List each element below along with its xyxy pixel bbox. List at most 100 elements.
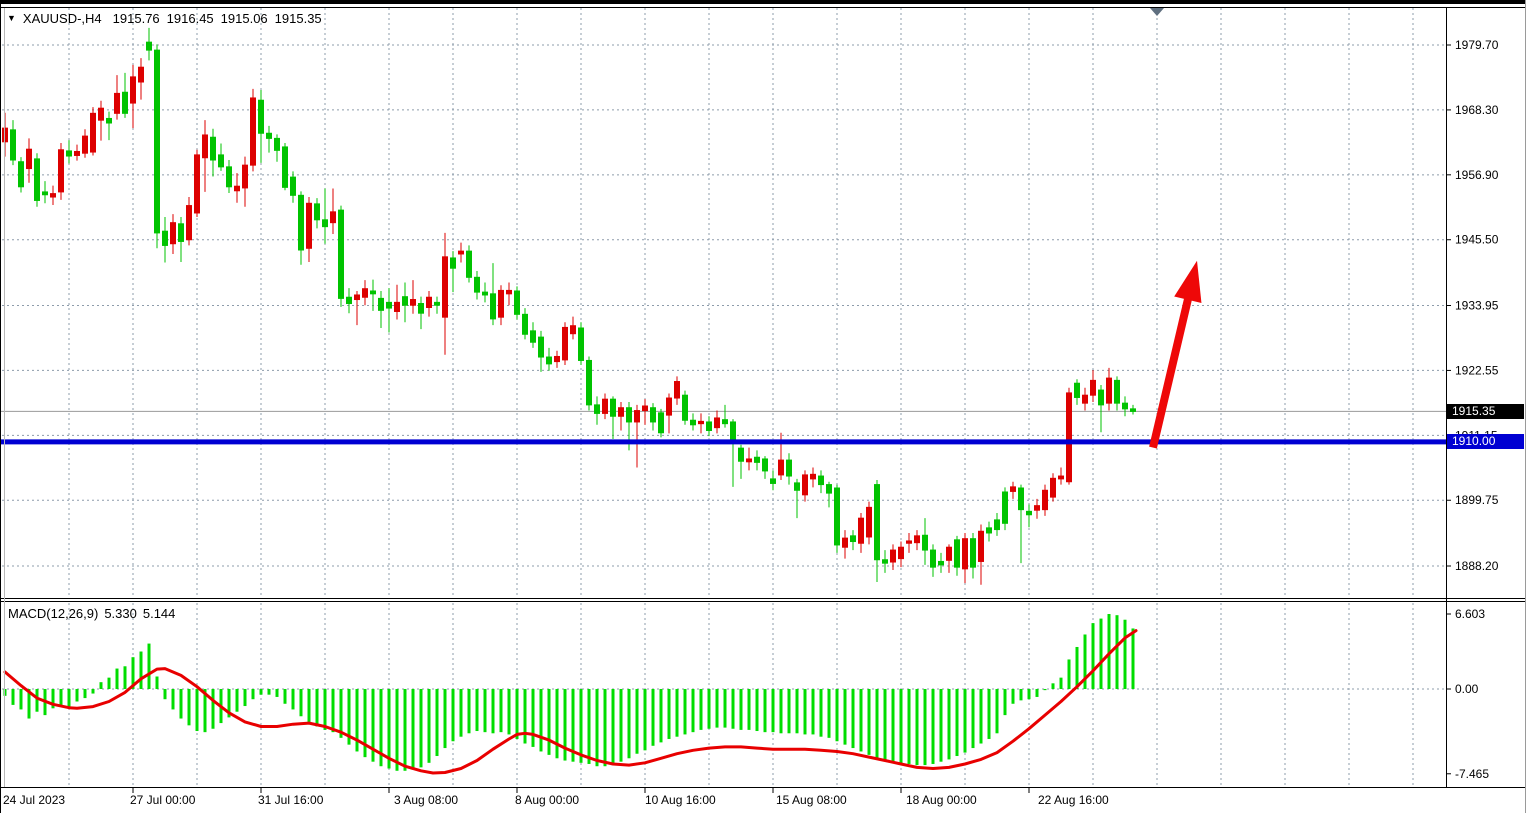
candle-body[interactable] <box>107 118 112 123</box>
candle-body[interactable] <box>155 50 160 233</box>
candle-body[interactable] <box>371 291 376 294</box>
candle-body[interactable] <box>1075 383 1080 397</box>
price-axis-label[interactable]: 1933.95 <box>1455 299 1499 313</box>
candle-body[interactable] <box>187 206 192 240</box>
candle-body[interactable] <box>139 67 144 82</box>
candle-body[interactable] <box>483 292 488 295</box>
candle-body[interactable] <box>99 108 104 120</box>
candle-body[interactable] <box>539 337 544 357</box>
time-axis-label[interactable]: 8 Aug 00:00 <box>515 793 579 807</box>
candle-body[interactable] <box>299 195 304 250</box>
candle-body[interactable] <box>651 408 656 422</box>
candle-body[interactable] <box>211 137 216 160</box>
candle-body[interactable] <box>275 138 280 150</box>
candle-body[interactable] <box>867 507 872 537</box>
chart-canvas[interactable]: 1979.701968.301956.901945.501933.951922.… <box>0 0 1526 813</box>
price-axis-label[interactable]: 1899.75 <box>1455 493 1499 507</box>
candle-body[interactable] <box>395 302 400 311</box>
candle-body[interactable] <box>59 150 64 192</box>
candle-body[interactable] <box>779 460 784 475</box>
candle-body[interactable] <box>291 177 296 195</box>
candle-body[interactable] <box>683 395 688 420</box>
candle-body[interactable] <box>675 382 680 399</box>
candle-body[interactable] <box>883 560 888 563</box>
macd-axis-label[interactable]: 0.00 <box>1455 682 1479 696</box>
candle-body[interactable] <box>451 258 456 268</box>
candle-body[interactable] <box>1099 390 1104 405</box>
candle-body[interactable] <box>875 485 880 560</box>
candle-body[interactable] <box>379 298 384 310</box>
candle-body[interactable] <box>587 360 592 404</box>
candle-body[interactable] <box>843 538 848 547</box>
candle-body[interactable] <box>227 167 232 187</box>
candle-body[interactable] <box>907 541 912 543</box>
candle-body[interactable] <box>923 535 928 550</box>
candle-body[interactable] <box>947 547 952 560</box>
candle-body[interactable] <box>1043 490 1048 509</box>
candle-body[interactable] <box>803 475 808 495</box>
candle-body[interactable] <box>963 539 968 569</box>
candle-body[interactable] <box>771 479 776 484</box>
candle-body[interactable] <box>339 210 344 298</box>
candle-body[interactable] <box>579 328 584 360</box>
candle-body[interactable] <box>627 408 632 422</box>
candle-body[interactable] <box>179 224 184 242</box>
price-axis-label[interactable]: 1979.70 <box>1455 38 1499 52</box>
candle-body[interactable] <box>739 448 744 461</box>
candle-body[interactable] <box>707 422 712 431</box>
candle-body[interactable] <box>523 314 528 334</box>
candle-body[interactable] <box>1067 393 1072 482</box>
candle-body[interactable] <box>611 399 616 416</box>
candle-body[interactable] <box>491 294 496 319</box>
candle-body[interactable] <box>459 251 464 254</box>
candle-body[interactable] <box>1059 476 1064 479</box>
candle-body[interactable] <box>203 135 208 158</box>
time-axis-label[interactable]: 22 Aug 16:00 <box>1038 793 1109 807</box>
candle-body[interactable] <box>83 136 88 153</box>
candle-body[interactable] <box>995 520 1000 530</box>
candle-body[interactable] <box>1091 380 1096 395</box>
candle-body[interactable] <box>147 42 152 50</box>
price-axis-label[interactable]: 1968.30 <box>1455 103 1499 117</box>
candle-body[interactable] <box>763 459 768 471</box>
candle-body[interactable] <box>1131 409 1136 412</box>
candle-body[interactable] <box>531 331 536 342</box>
candle-body[interactable] <box>899 547 904 558</box>
candle-body[interactable] <box>323 220 328 227</box>
candle-body[interactable] <box>891 550 896 562</box>
candle-body[interactable] <box>747 459 752 462</box>
candle-body[interactable] <box>1051 478 1056 497</box>
price-axis-label[interactable]: 1922.55 <box>1455 363 1499 377</box>
time-axis-label[interactable]: 24 Jul 2023 <box>3 793 65 807</box>
candle-body[interactable] <box>755 457 760 462</box>
candle-body[interactable] <box>171 223 176 244</box>
candle-body[interactable] <box>11 130 16 160</box>
candle-body[interactable] <box>987 528 992 533</box>
candle-body[interactable] <box>355 295 360 300</box>
candle-body[interactable] <box>1011 487 1016 492</box>
candle-body[interactable] <box>347 297 352 303</box>
candle-body[interactable] <box>387 302 392 308</box>
candle-body[interactable] <box>971 539 976 567</box>
candle-body[interactable] <box>195 155 200 213</box>
candle-body[interactable] <box>499 290 504 317</box>
macd-axis-label[interactable]: -7.465 <box>1455 767 1489 781</box>
candle-body[interactable] <box>235 186 240 191</box>
candle-body[interactable] <box>563 327 568 359</box>
candle-body[interactable] <box>715 418 720 428</box>
candle-body[interactable] <box>443 257 448 317</box>
candle-body[interactable] <box>515 291 520 314</box>
candle-body[interactable] <box>699 421 704 423</box>
candle-body[interactable] <box>915 536 920 543</box>
candle-body[interactable] <box>1083 395 1088 403</box>
macd-axis-label[interactable]: 6.603 <box>1455 607 1485 621</box>
candle-body[interactable] <box>795 483 800 490</box>
candle-body[interactable] <box>691 420 696 425</box>
candle-body[interactable] <box>939 561 944 564</box>
candle-body[interactable] <box>435 302 440 305</box>
candle-body[interactable] <box>1019 488 1024 510</box>
candle-body[interactable] <box>547 357 552 364</box>
candle-body[interactable] <box>307 203 312 248</box>
time-axis-label[interactable]: 31 Jul 16:00 <box>258 793 324 807</box>
candle-body[interactable] <box>315 204 320 220</box>
